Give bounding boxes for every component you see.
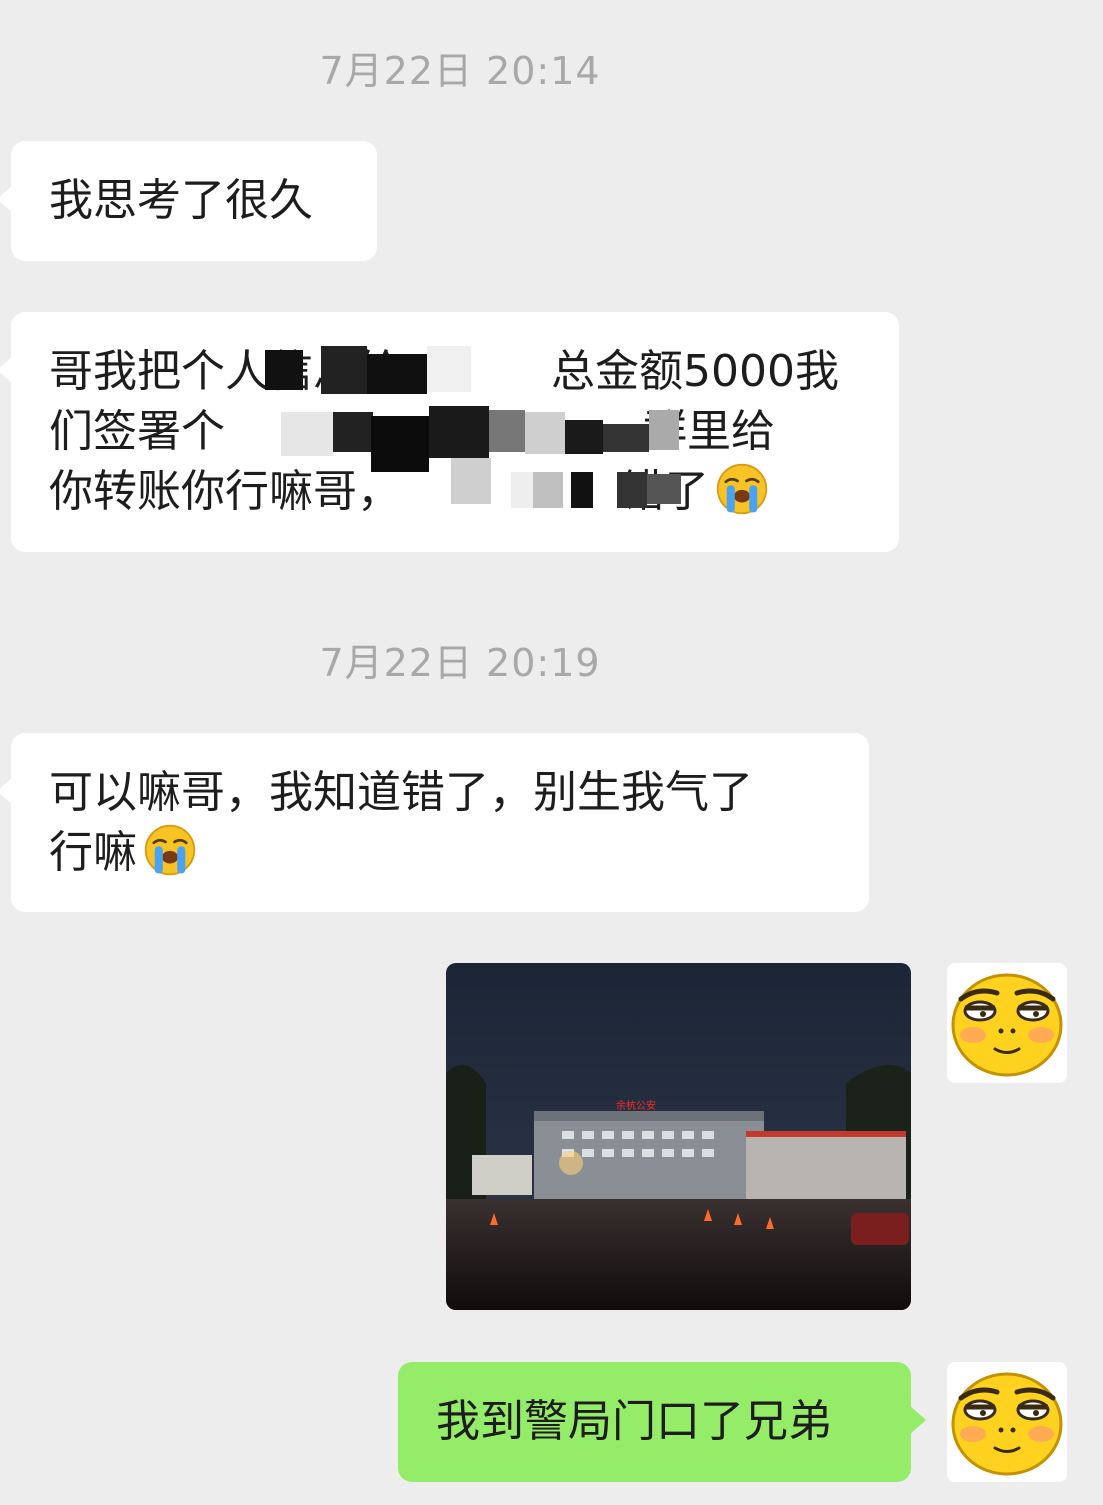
chat-area[interactable]: 7月22日 20:14 我思考了很久 哥我把个人信息给 总金额5000我 们签署个… [0, 0, 1103, 1505]
message-line: 行嘛 [49, 823, 831, 883]
incoming-message-bubble[interactable]: 我思考了很久 [0, 141, 377, 261]
message-text: 们签署个 [49, 406, 225, 457]
incoming-message-bubble[interactable]: 可以嘛哥，我知道错了，别生我气了 行嘛 [0, 733, 869, 912]
loudly-crying-face-icon [715, 462, 769, 516]
outgoing-message-bubble[interactable]: 我到警局门口了兄弟 [398, 1362, 926, 1482]
police-station-night-photo: 余杭公安 [446, 963, 911, 1310]
censor-mosaic [241, 340, 721, 518]
message-text: 可以嘛哥，我知道错了，别生我气了 [49, 767, 753, 818]
message-text: 你转账你 [49, 466, 225, 517]
smug-face-avatar-icon [947, 963, 1067, 1083]
loudly-crying-face-icon [143, 823, 197, 877]
smug-face-avatar-icon [947, 1362, 1067, 1482]
sign-text: 余杭公安 [616, 1099, 656, 1112]
incoming-message-bubble[interactable]: 哥我把个人信息给总金额5000我 们签署个群里给 你转账你行嘛哥，错了 [0, 312, 899, 552]
avatar[interactable] [947, 963, 1067, 1083]
message-text: 我思考了很久 [49, 175, 313, 226]
message-text: 行嘛 [49, 827, 137, 878]
photo-message[interactable]: 余杭公安 [446, 963, 911, 1310]
message-text: 我到警局门口了兄弟 [436, 1396, 832, 1447]
timestamp: 7月22日 20:14 [319, 49, 601, 93]
avatar[interactable] [947, 1362, 1067, 1482]
timestamp: 7月22日 20:19 [319, 641, 601, 685]
